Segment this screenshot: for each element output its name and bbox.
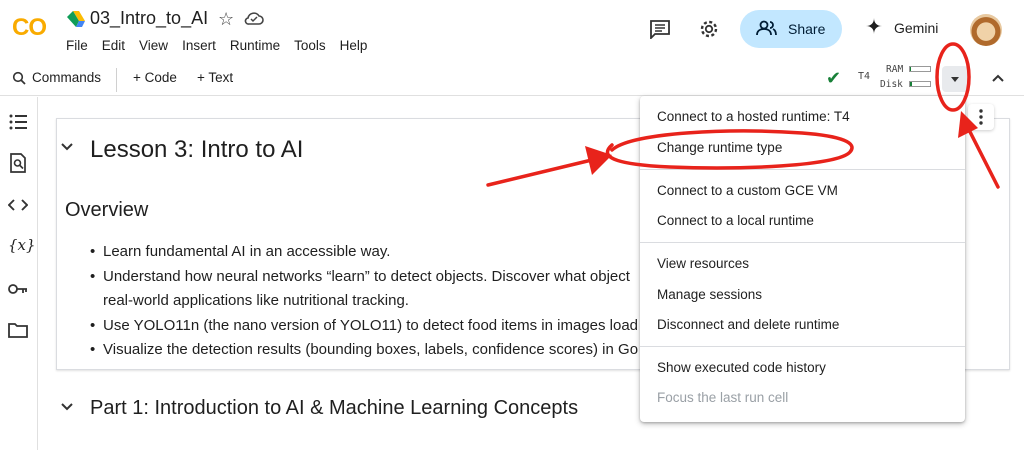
add-code-button[interactable]: + Code: [133, 70, 177, 85]
cell-more-options-button[interactable]: [968, 104, 994, 130]
find-replace-icon[interactable]: [8, 153, 28, 178]
menu-file[interactable]: File: [66, 38, 88, 53]
part1-title: Part 1: Introduction to AI & Machine Lea…: [90, 397, 579, 419]
list-item: Learn fundamental AI in an accessible wa…: [90, 240, 650, 265]
overview-bullet-list: Learn fundamental AI in an accessible wa…: [90, 240, 650, 363]
gemini-label: Gemini: [894, 19, 939, 36]
app-header: CO 03_Intro_to_AI ☆ File Edit View Inser…: [0, 0, 1024, 64]
ram-usage-fill: [910, 67, 911, 71]
runtime-type-label[interactable]: T4: [858, 71, 870, 82]
code-snippets-icon[interactable]: [7, 197, 29, 218]
menu-item-change-runtime-type[interactable]: Change runtime type: [657, 140, 782, 155]
runtime-dropdown-menu: Connect to a hosted runtime: T4 Change r…: [640, 96, 965, 422]
add-text-button[interactable]: + Text: [197, 70, 233, 85]
collapse-section-chevron-icon[interactable]: [60, 140, 74, 157]
collapse-section-chevron-icon[interactable]: [60, 400, 74, 417]
menu-bar: File Edit View Insert Runtime Tools Help: [66, 38, 381, 53]
menu-item-view-resources[interactable]: View resources: [657, 256, 749, 271]
gemini-button[interactable]: Gemini: [866, 18, 938, 37]
commands-label: Commands: [32, 70, 102, 85]
ram-usage-bar[interactable]: [909, 66, 931, 72]
menu-item-connect-local-runtime[interactable]: Connect to a local runtime: [657, 213, 814, 228]
gemini-sparkle-icon: [866, 18, 882, 37]
chevron-up-icon: [992, 74, 1004, 82]
menu-item-disconnect-delete-runtime[interactable]: Disconnect and delete runtime: [657, 317, 839, 332]
menu-help[interactable]: Help: [340, 38, 368, 53]
gear-icon[interactable]: [698, 18, 720, 45]
more-vert-icon: [979, 109, 983, 125]
toolbar-divider: [116, 68, 117, 92]
menu-item-connect-custom-gce-vm[interactable]: Connect to a custom GCE VM: [657, 183, 838, 198]
connected-check-icon: ✔: [826, 68, 842, 88]
avatar[interactable]: [970, 14, 1002, 46]
disk-usage-bar[interactable]: [909, 81, 931, 87]
notebook-toolbar: Commands + Code + Text ✔ T4: [0, 64, 1024, 96]
menu-item-connect-hosted-runtime[interactable]: Connect to a hosted runtime: T4: [657, 109, 850, 124]
menu-item-manage-sessions[interactable]: Manage sessions: [657, 287, 762, 302]
comment-icon[interactable]: [649, 19, 671, 44]
lesson-title: Lesson 3: Intro to AI: [90, 136, 304, 163]
variables-icon[interactable]: {x}: [8, 236, 36, 254]
menu-item-focus-last-run-cell: Focus the last run cell: [657, 390, 789, 405]
menu-edit[interactable]: Edit: [102, 38, 125, 53]
overview-heading: Overview: [65, 199, 149, 221]
menu-insert[interactable]: Insert: [182, 38, 216, 53]
menu-divider: [640, 242, 965, 243]
menu-view[interactable]: View: [139, 38, 168, 53]
notebook-title[interactable]: 03_Intro_to_AI: [90, 8, 208, 29]
menu-item-show-executed-code-history[interactable]: Show executed code history: [657, 360, 826, 375]
list-item: Use YOLO11n (the nano version of YOLO11)…: [90, 314, 650, 339]
menu-tools[interactable]: Tools: [294, 38, 326, 53]
google-drive-icon[interactable]: [67, 11, 85, 32]
star-icon[interactable]: ☆: [218, 9, 234, 30]
table-of-contents-icon[interactable]: [8, 113, 28, 136]
menu-runtime[interactable]: Runtime: [230, 38, 280, 53]
people-icon: [756, 20, 778, 39]
runtime-dropdown-button[interactable]: [942, 66, 968, 92]
commands-button[interactable]: Commands: [12, 70, 101, 85]
share-label: Share: [788, 21, 826, 37]
menu-divider: [640, 346, 965, 347]
list-item: Visualize the detection results (boundin…: [90, 338, 650, 363]
ram-label[interactable]: RAM: [886, 64, 903, 75]
disk-usage-fill: [910, 82, 912, 86]
folder-icon[interactable]: [8, 322, 28, 343]
cloud-saved-icon[interactable]: [244, 11, 264, 30]
left-sidebar: {x}: [0, 97, 38, 450]
search-icon: [12, 71, 26, 85]
colab-logo[interactable]: CO: [12, 14, 47, 42]
list-item-continuation: real-world applications like nutritional…: [103, 292, 409, 309]
list-item: Understand how neural networks “learn” t…: [90, 265, 650, 290]
disk-label[interactable]: Disk: [880, 79, 903, 90]
share-button[interactable]: Share: [740, 10, 842, 48]
key-icon[interactable]: [8, 282, 28, 300]
collapse-header-button[interactable]: [990, 70, 1006, 91]
caret-down-icon: [951, 77, 959, 82]
menu-divider: [640, 169, 965, 170]
